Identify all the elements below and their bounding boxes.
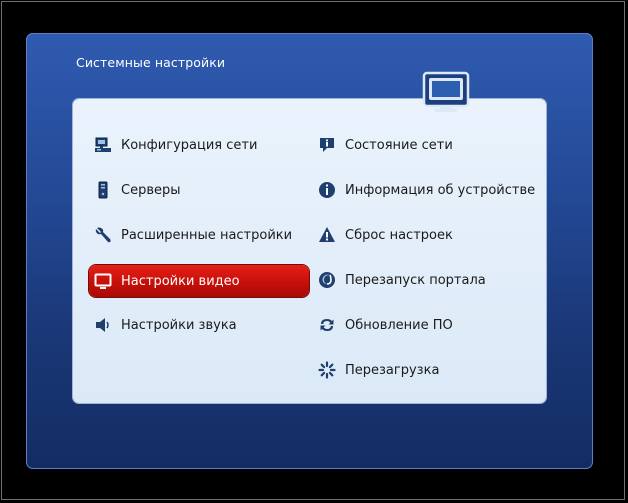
system-settings-window: Системные настройки Конфигурация сети Се… [26, 33, 593, 469]
menu-label: Обновление ПО [345, 317, 453, 333]
menu-label: Расширенные настройки [121, 227, 293, 243]
window-title: Системные настройки [76, 55, 226, 70]
menu-item-software-update[interactable]: Обновление ПО [317, 309, 542, 341]
wrench-icon [93, 225, 113, 245]
menu-item-advanced-settings[interactable]: Расширенные настройки [93, 219, 313, 251]
tv-monitor-icon [420, 70, 472, 114]
server-icon [93, 180, 113, 200]
warning-icon [317, 225, 337, 245]
menu-label: Состояние сети [345, 137, 453, 153]
settings-menu-panel: Конфигурация сети Серверы Расширенные на… [73, 99, 546, 403]
menu-item-sound-settings[interactable]: Настройки звука [93, 309, 313, 341]
menu-label: Сброс настроек [345, 227, 453, 243]
menu-item-network-status[interactable]: Состояние сети [317, 129, 542, 161]
info-circle-icon [317, 180, 337, 200]
refresh-icon [317, 315, 337, 335]
monitor-icon [93, 271, 113, 291]
info-bubble-icon [317, 135, 337, 155]
menu-label: Перезагрузка [345, 362, 440, 378]
menu-label: Серверы [121, 182, 181, 198]
menu-label: Информация об устройстве [345, 182, 536, 198]
menu-label: Конфигурация сети [121, 137, 258, 153]
portal-restart-icon [317, 270, 337, 290]
speaker-icon [93, 315, 113, 335]
menu-item-reboot[interactable]: Перезагрузка [317, 354, 542, 386]
menu-item-factory-reset[interactable]: Сброс настроек [317, 219, 542, 251]
menu-item-video-settings[interactable]: Настройки видео [89, 265, 309, 297]
menu-item-portal-restart[interactable]: Перезапуск портала [317, 264, 542, 296]
menu-label: Перезапуск портала [345, 272, 486, 288]
menu-item-network-config[interactable]: Конфигурация сети [93, 129, 313, 161]
network-computer-icon [93, 135, 113, 155]
menu-label: Настройки звука [121, 317, 237, 333]
menu-label: Настройки видео [121, 273, 240, 289]
menu-item-servers[interactable]: Серверы [93, 174, 313, 206]
reboot-icon [317, 360, 337, 380]
menu-item-device-info[interactable]: Информация об устройстве [317, 174, 542, 206]
